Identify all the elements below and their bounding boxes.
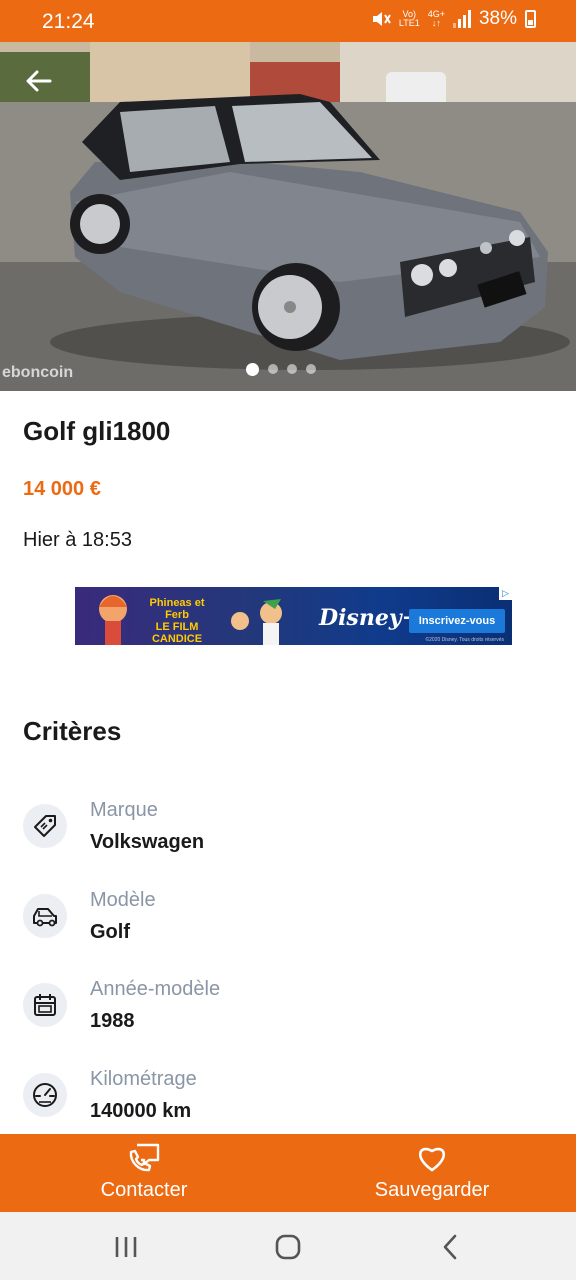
- criteria-label: Kilométrage: [90, 1068, 197, 1090]
- criteria-value: 1988: [90, 1010, 135, 1032]
- ad-brand: Disney+: [319, 605, 421, 631]
- battery-percent: 38%: [478, 8, 517, 29]
- save-button[interactable]: Sauvegarder: [332, 1134, 532, 1212]
- pager-dot-active[interactable]: [246, 363, 259, 376]
- system-nav-bar: [0, 1212, 576, 1280]
- listing-title: Golf gli1800: [23, 416, 171, 446]
- criteria-label: Marque: [90, 799, 158, 821]
- criteria-label: Année-modèle: [90, 978, 221, 1000]
- pager-dot[interactable]: [268, 364, 278, 374]
- ad-banner[interactable]: Phineas et Ferb LE FILM CANDICE Disney+ …: [75, 587, 512, 645]
- criteria-label: Modèle: [90, 889, 156, 911]
- ad-fine-print: ©2020 Disney. Tous droits réservés: [425, 637, 504, 643]
- car-icon: [23, 894, 67, 938]
- criteria-item-annee: Année-modèle 1988: [23, 978, 543, 1048]
- gallery-pager[interactable]: [246, 363, 316, 376]
- back-icon[interactable]: [428, 1230, 472, 1264]
- ad-title: Phineas et Ferb LE FILM CANDICE: [149, 597, 205, 645]
- contact-button[interactable]: Contacter: [44, 1134, 244, 1212]
- status-time: 21:24: [42, 10, 95, 33]
- criteria-value: Volkswagen: [90, 831, 205, 853]
- contact-label: Contacter: [100, 1179, 188, 1201]
- volte-indicator: Vo) LTE1: [398, 9, 420, 28]
- save-label: Sauvegarder: [374, 1179, 490, 1201]
- criteria-item-marque: Marque Volkswagen: [23, 799, 543, 869]
- ad-info-icon[interactable]: ▷: [499, 587, 512, 600]
- recent-apps-icon[interactable]: [104, 1230, 148, 1264]
- criteria-item-kilometrage: Kilométrage 140000 km: [23, 1068, 543, 1138]
- pager-dot[interactable]: [287, 364, 297, 374]
- status-icons: Vo) LTE1 4G+ ↓↑ 38%: [371, 8, 536, 30]
- mute-icon: [372, 12, 391, 26]
- watermark: eboncoin: [2, 364, 74, 381]
- criteria-heading: Critères: [23, 716, 122, 746]
- criteria-value: Golf: [90, 921, 130, 943]
- calendar-icon: [23, 983, 67, 1027]
- home-icon[interactable]: [266, 1230, 310, 1264]
- signal-icon: [452, 10, 471, 28]
- listing-price: 14 000 €: [23, 478, 101, 500]
- listing-photo[interactable]: eboncoin: [0, 42, 576, 391]
- pager-dot[interactable]: [306, 364, 316, 374]
- criteria-item-modele: Modèle Golf: [23, 889, 543, 959]
- chat-phone-icon: [129, 1143, 160, 1172]
- action-bar: Contacter Sauvegarder: [0, 1134, 576, 1212]
- status-bar: 21:24 Vo) LTE1 4G+ ↓↑ 38%: [0, 0, 576, 42]
- heart-icon: [419, 1147, 445, 1172]
- battery-icon: [525, 10, 536, 28]
- network-indicator: 4G+ ↓↑: [427, 9, 445, 28]
- speedometer-icon: [23, 1073, 67, 1117]
- tag-icon: [23, 804, 67, 848]
- car-photo: [0, 42, 576, 391]
- ad-cta-button[interactable]: Inscrivez-vous: [409, 609, 505, 633]
- listing-date: Hier à 18:53: [23, 529, 132, 551]
- criteria-value: 140000 km: [90, 1100, 192, 1122]
- back-arrow-icon[interactable]: [22, 64, 56, 98]
